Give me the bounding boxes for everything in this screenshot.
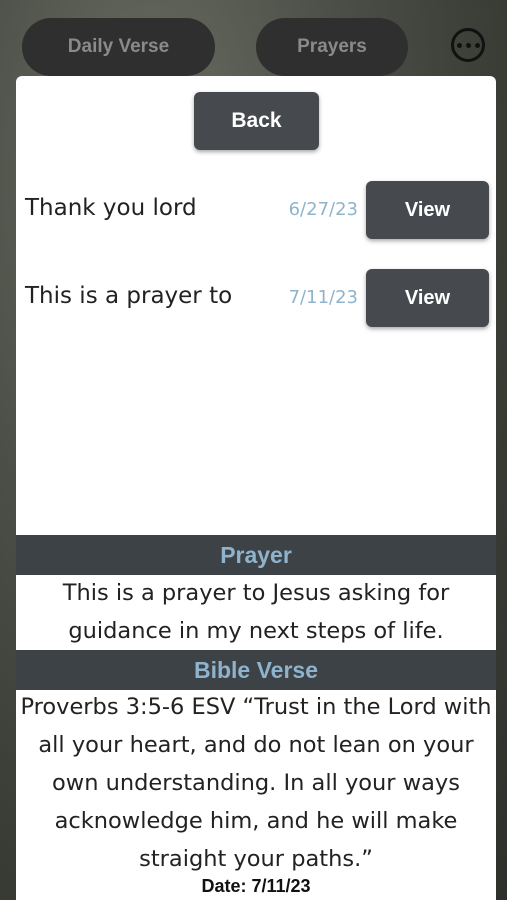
back-button[interactable]: Back <box>194 92 319 150</box>
list-item: This is a prayer to 7/11/23 View <box>16 269 496 329</box>
prayer-date: 7/11/23 <box>288 287 358 308</box>
tab-daily-verse[interactable]: Daily Verse <box>22 18 215 76</box>
prayer-date: 6/27/23 <box>288 199 358 220</box>
more-horizontal-icon[interactable] <box>451 28 485 62</box>
prayer-title: Thank you lord <box>25 195 197 221</box>
prayer-heading: Prayer <box>16 535 496 575</box>
prayer-title: This is a prayer to <box>25 283 233 309</box>
prayer-text: This is a prayer to Jesus asking for gui… <box>62 580 450 644</box>
list-item: Thank you lord 6/27/23 View <box>16 181 496 241</box>
bible-verse-text: Proverbs 3:5-6 ESV “Trust in the Lord wi… <box>20 694 492 872</box>
verse-date: Date: 7/11/23 <box>201 876 311 896</box>
tab-prayers[interactable]: Prayers <box>256 18 408 76</box>
view-button[interactable]: View <box>366 269 489 327</box>
view-button[interactable]: View <box>366 181 489 239</box>
prayers-panel: Back Thank you lord 6/27/23 View This is… <box>16 76 496 900</box>
bible-verse-heading: Bible Verse <box>16 650 496 690</box>
